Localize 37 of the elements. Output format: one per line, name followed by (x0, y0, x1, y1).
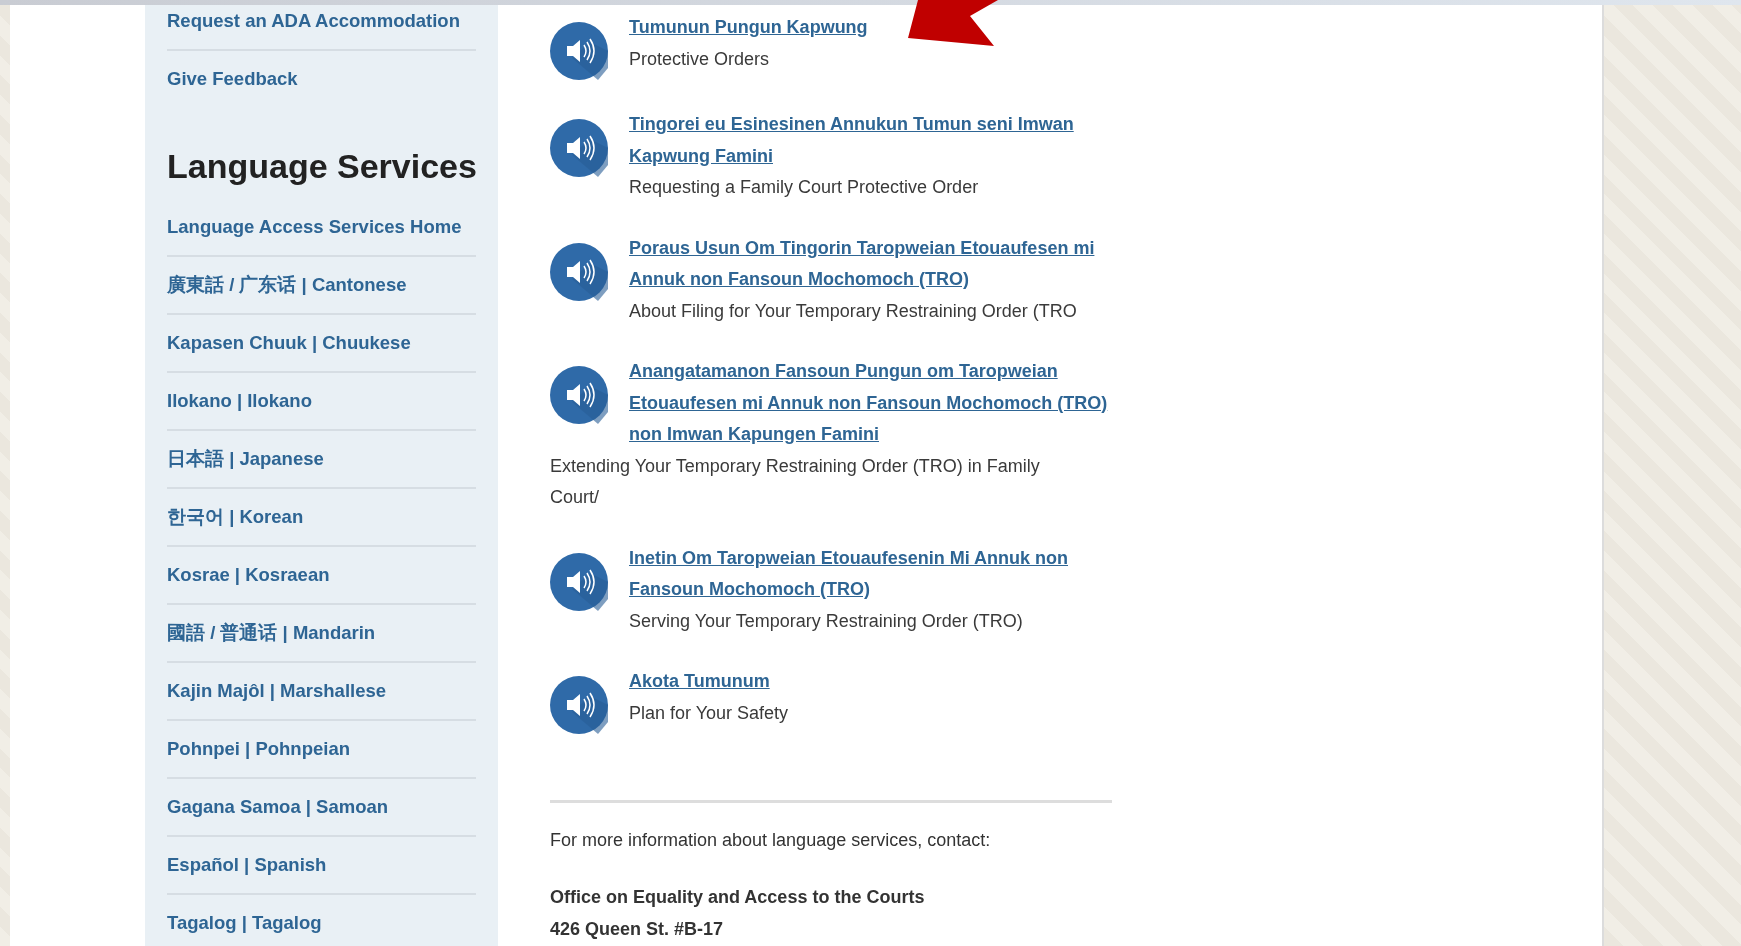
sidebar-link[interactable]: Pohnpei | Pohnpeian (167, 721, 476, 779)
audio-description: About Filing for Your Temporary Restraining Order (TRO (629, 299, 1078, 323)
office-name: Office on Equality and Access to the Courts (550, 886, 926, 909)
office-address: 426 Queen St. #B-17 (550, 917, 725, 941)
sidebar-link[interactable]: Language Access Services Home (167, 199, 476, 257)
audio-description: Serving Your Temporary Restraining Order (TRO) (629, 609, 1024, 633)
sidebar-link[interactable]: Kapasen Chuuk | Chuukese (167, 315, 476, 373)
section-heading: Language Services (167, 146, 476, 187)
sidebar-link[interactable]: Tagalog | Tagalog (167, 895, 476, 946)
sidebar-link[interactable]: 廣東話 / 广东话 | Cantonese (167, 257, 476, 315)
sidebar-link[interactable]: Kajin Majôl | Marshallese (167, 663, 476, 721)
sidebar-link[interactable]: Request an ADA Accommodation (167, 5, 476, 51)
sidebar-link[interactable]: 日本語 | Japanese (167, 431, 476, 489)
sidebar-link[interactable]: Español | Spanish (167, 837, 476, 895)
audio-link[interactable]: Tumunun Pungun Kapwung (629, 12, 1112, 44)
audio-description: Protective Orders (629, 47, 771, 71)
sidebar-link[interactable]: Kosrae | Kosraean (167, 547, 476, 605)
audio-link[interactable]: Tingorei eu Esinesinen Annukun Tumun seni Imwan Kapwung Famini (629, 109, 1112, 172)
contact-intro: For more information about language services, contact: (550, 829, 992, 852)
speaker-icon[interactable] (550, 119, 608, 177)
sidebar-link[interactable]: Ilokano | Ilokano (167, 373, 476, 431)
audio-description: Extending Your Temporary Restraining Order (TRO) in Family Court/ (550, 454, 1041, 509)
sidebar-link[interactable]: 國語 / 普通话 | Mandarin (167, 605, 476, 663)
audio-link[interactable]: Akota Tumunum (629, 666, 1112, 698)
speaker-icon[interactable] (550, 366, 608, 424)
audio-description: Plan for Your Safety (629, 701, 790, 725)
speaker-icon[interactable] (550, 22, 608, 80)
sidebar-link[interactable]: Give Feedback (167, 51, 476, 107)
sidebar-link[interactable]: Gagana Samoa | Samoan (167, 779, 476, 837)
audio-link[interactable]: Anangatamanon Fansoun Pungun om Taropweian Etouaufesen mi Annuk non Fansoun Mochomoch (TRO) non Imwan Kapungen Famini (629, 356, 1112, 451)
speaker-icon[interactable] (550, 676, 608, 734)
speaker-icon[interactable] (550, 242, 608, 301)
speaker-icon[interactable] (550, 552, 608, 611)
audio-description: Requesting a Family Court Protective Order (629, 176, 980, 199)
audio-link[interactable]: Inetin Om Taropweian Etouaufesenin Mi Annuk non Fansoun Mochomoch (TRO) (629, 542, 1112, 606)
sidebar-link[interactable]: 한국어 | Korean (167, 489, 476, 547)
audio-link[interactable]: Poraus Usun Om Tingorin Taropweian Etouaufesen mi Annuk non Fansoun Mochomoch (TRO) (629, 232, 1112, 296)
